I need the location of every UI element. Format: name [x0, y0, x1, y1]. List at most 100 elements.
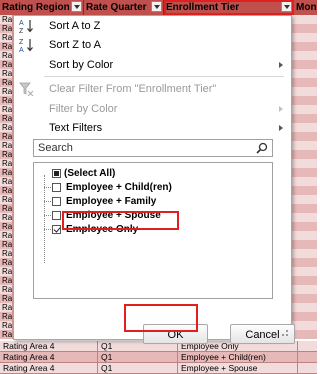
cell-month[interactable]: [292, 195, 317, 204]
cell-month[interactable]: [292, 276, 317, 285]
cell-rating-region[interactable]: Rati: [0, 33, 13, 42]
cell-rating-region[interactable]: Rati: [0, 105, 13, 114]
cell-month[interactable]: [292, 96, 317, 105]
cell-rating-region[interactable]: Rati: [0, 312, 13, 321]
cell-month[interactable]: [292, 132, 317, 141]
column-header-enrollment-tier[interactable]: Enrollment Tier: [164, 0, 294, 15]
cell-month[interactable]: [292, 177, 317, 186]
cell-rating-region[interactable]: Rati: [0, 168, 13, 177]
menu-item-sort-z-to-a[interactable]: Z A Sort Z to A: [14, 35, 291, 55]
menu-item-filter-by-color[interactable]: Filter by Color: [14, 99, 291, 119]
cell-month[interactable]: [292, 51, 317, 60]
cell-rate-quarter[interactable]: Q1: [98, 363, 178, 373]
cell-rating-region[interactable]: Rati: [0, 123, 13, 132]
cell-rating-region[interactable]: Rati: [0, 321, 13, 330]
ok-button[interactable]: OK: [143, 324, 208, 344]
cell-enrollment-tier[interactable]: Employee + Spouse: [178, 363, 298, 373]
value-checkbox[interactable]: [52, 211, 61, 220]
cell-month[interactable]: [292, 231, 317, 240]
filter-dropdown-button[interactable]: [71, 1, 82, 12]
cell-month[interactable]: [292, 150, 317, 159]
menu-item-clear-filter[interactable]: Clear Filter From "Enrollment Tier": [14, 79, 291, 99]
cell-month[interactable]: [292, 159, 317, 168]
cell-rating-region[interactable]: Rati: [0, 222, 13, 231]
cell-rating-region[interactable]: Rati: [0, 276, 13, 285]
value-checkbox[interactable]: [52, 197, 61, 206]
cell-enrollment-tier[interactable]: Employee + Child(ren): [178, 352, 298, 362]
cell-month[interactable]: [292, 24, 317, 33]
cell-rating-region[interactable]: Rating Area 4: [0, 352, 98, 362]
cell-rating-region[interactable]: Rati: [0, 204, 13, 213]
cell-rating-region[interactable]: Rating Area 4: [0, 363, 98, 373]
cell-rating-region[interactable]: Rati: [0, 330, 13, 339]
cell-rating-region[interactable]: Rati: [0, 267, 13, 276]
cell-rating-region[interactable]: Rati: [0, 141, 13, 150]
cell-month[interactable]: [292, 321, 317, 330]
search-box[interactable]: [33, 139, 273, 157]
menu-item-sort-a-to-z[interactable]: A Z Sort A to Z: [14, 16, 291, 36]
cell-month[interactable]: [292, 267, 317, 276]
cell-rating-region[interactable]: Rati: [0, 231, 13, 240]
cell-month[interactable]: [292, 312, 317, 321]
cell-rating-region[interactable]: Rati: [0, 69, 13, 78]
cell-rating-region[interactable]: Rati: [0, 249, 13, 258]
cell-rating-region[interactable]: Rati: [0, 186, 13, 195]
cell-rating-region[interactable]: Rati: [0, 294, 13, 303]
cell-month[interactable]: [292, 285, 317, 294]
filter-dropdown-button[interactable]: [151, 1, 162, 12]
cell-month[interactable]: [292, 213, 317, 222]
cell-rating-region[interactable]: Rati: [0, 213, 13, 222]
cell-rating-region[interactable]: Rati: [0, 150, 13, 159]
cell-rating-region[interactable]: Rati: [0, 42, 13, 51]
cell-month[interactable]: [292, 114, 317, 123]
cell-rating-region[interactable]: Rati: [0, 24, 13, 33]
cell-month[interactable]: [292, 330, 317, 339]
cell-month[interactable]: [292, 105, 317, 114]
search-input[interactable]: [36, 141, 250, 155]
select-all-checkbox[interactable]: [52, 169, 61, 178]
filter-values-list[interactable]: (Select All) Employee + Child(ren) Emplo…: [33, 162, 273, 299]
column-header-rating-region[interactable]: Rating Region: [0, 0, 84, 15]
cell-month[interactable]: [292, 240, 317, 249]
table-row[interactable]: Rating Area 4 Q1 Employee + Spouse: [0, 363, 317, 374]
cell-rating-region[interactable]: Rati: [0, 285, 13, 294]
cell-rating-region[interactable]: Rati: [0, 159, 13, 168]
column-header-rate-quarter[interactable]: Rate Quarter: [84, 0, 164, 15]
menu-item-sort-by-color[interactable]: Sort by Color: [14, 55, 291, 75]
cell-rating-region[interactable]: Rati: [0, 78, 13, 87]
cell-rate-quarter[interactable]: Q1: [98, 352, 178, 362]
cell-month[interactable]: [292, 33, 317, 42]
cell-month[interactable]: [292, 249, 317, 258]
menu-item-text-filters[interactable]: Text Filters: [14, 118, 291, 138]
cell-month[interactable]: [292, 258, 317, 267]
cell-rating-region[interactable]: Rati: [0, 132, 13, 141]
column-header-month[interactable]: Mon: [294, 0, 317, 15]
resize-grip-icon[interactable]: [282, 330, 288, 336]
cell-month[interactable]: [292, 168, 317, 177]
cell-month[interactable]: [292, 69, 317, 78]
cell-rating-region[interactable]: Rati: [0, 303, 13, 312]
value-checkbox[interactable]: [52, 225, 61, 234]
cell-rating-region[interactable]: Rati: [0, 87, 13, 96]
cell-month[interactable]: [292, 78, 317, 87]
cell-month[interactable]: [292, 60, 317, 69]
cell-month[interactable]: [292, 123, 317, 132]
cell-rating-region[interactable]: Rati: [0, 15, 13, 24]
table-row[interactable]: Rating Area 4 Q1 Employee + Child(ren): [0, 352, 317, 363]
cell-month[interactable]: [292, 186, 317, 195]
cell-month[interactable]: [292, 141, 317, 150]
cell-month[interactable]: [292, 87, 317, 96]
cell-rating-region[interactable]: Rati: [0, 195, 13, 204]
cell-rating-region[interactable]: Rati: [0, 96, 13, 105]
value-checkbox[interactable]: [52, 183, 61, 192]
cell-rating-region[interactable]: Rati: [0, 177, 13, 186]
cell-rating-region[interactable]: Rati: [0, 114, 13, 123]
cell-rating-region[interactable]: Rating Area 4: [0, 341, 98, 351]
cell-month[interactable]: [292, 222, 317, 231]
filter-dropdown-button[interactable]: [281, 1, 292, 12]
cell-month[interactable]: [292, 303, 317, 312]
cell-rating-region[interactable]: Rati: [0, 240, 13, 249]
cell-month[interactable]: [292, 294, 317, 303]
cell-rating-region[interactable]: Rati: [0, 258, 13, 267]
cell-month[interactable]: [292, 42, 317, 51]
